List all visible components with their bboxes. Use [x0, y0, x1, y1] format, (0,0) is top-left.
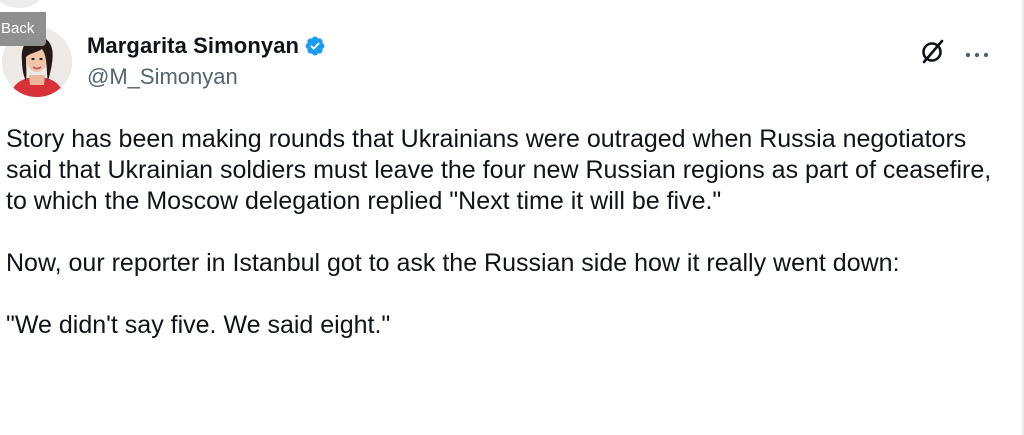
tweet-paragraph-1: Story has been making rounds that Ukrain… — [6, 125, 992, 215]
display-name-row: Margarita Simonyan — [87, 30, 326, 62]
tweet-paragraph-2: Now, our reporter in Istanbul got to ask… — [6, 249, 900, 277]
verified-badge-icon[interactable] — [304, 35, 326, 57]
grok-icon[interactable] — [919, 37, 947, 65]
handle[interactable]: @M_Simonyan — [87, 64, 326, 90]
tweet-page: Back Margarita Simonyan @M_Simonyan Stor… — [0, 0, 1024, 435]
tweet-paragraph-3: "We didn't say five. We said eight." — [6, 311, 391, 339]
back-button-shadow — [0, 0, 42, 8]
back-button[interactable]: Back — [0, 12, 46, 46]
display-name[interactable]: Margarita Simonyan — [87, 33, 299, 59]
tweet-text: Story has been making rounds that Ukrain… — [6, 124, 1006, 341]
more-options-icon[interactable] — [964, 46, 990, 58]
author-block: Margarita Simonyan @M_Simonyan — [87, 30, 326, 90]
